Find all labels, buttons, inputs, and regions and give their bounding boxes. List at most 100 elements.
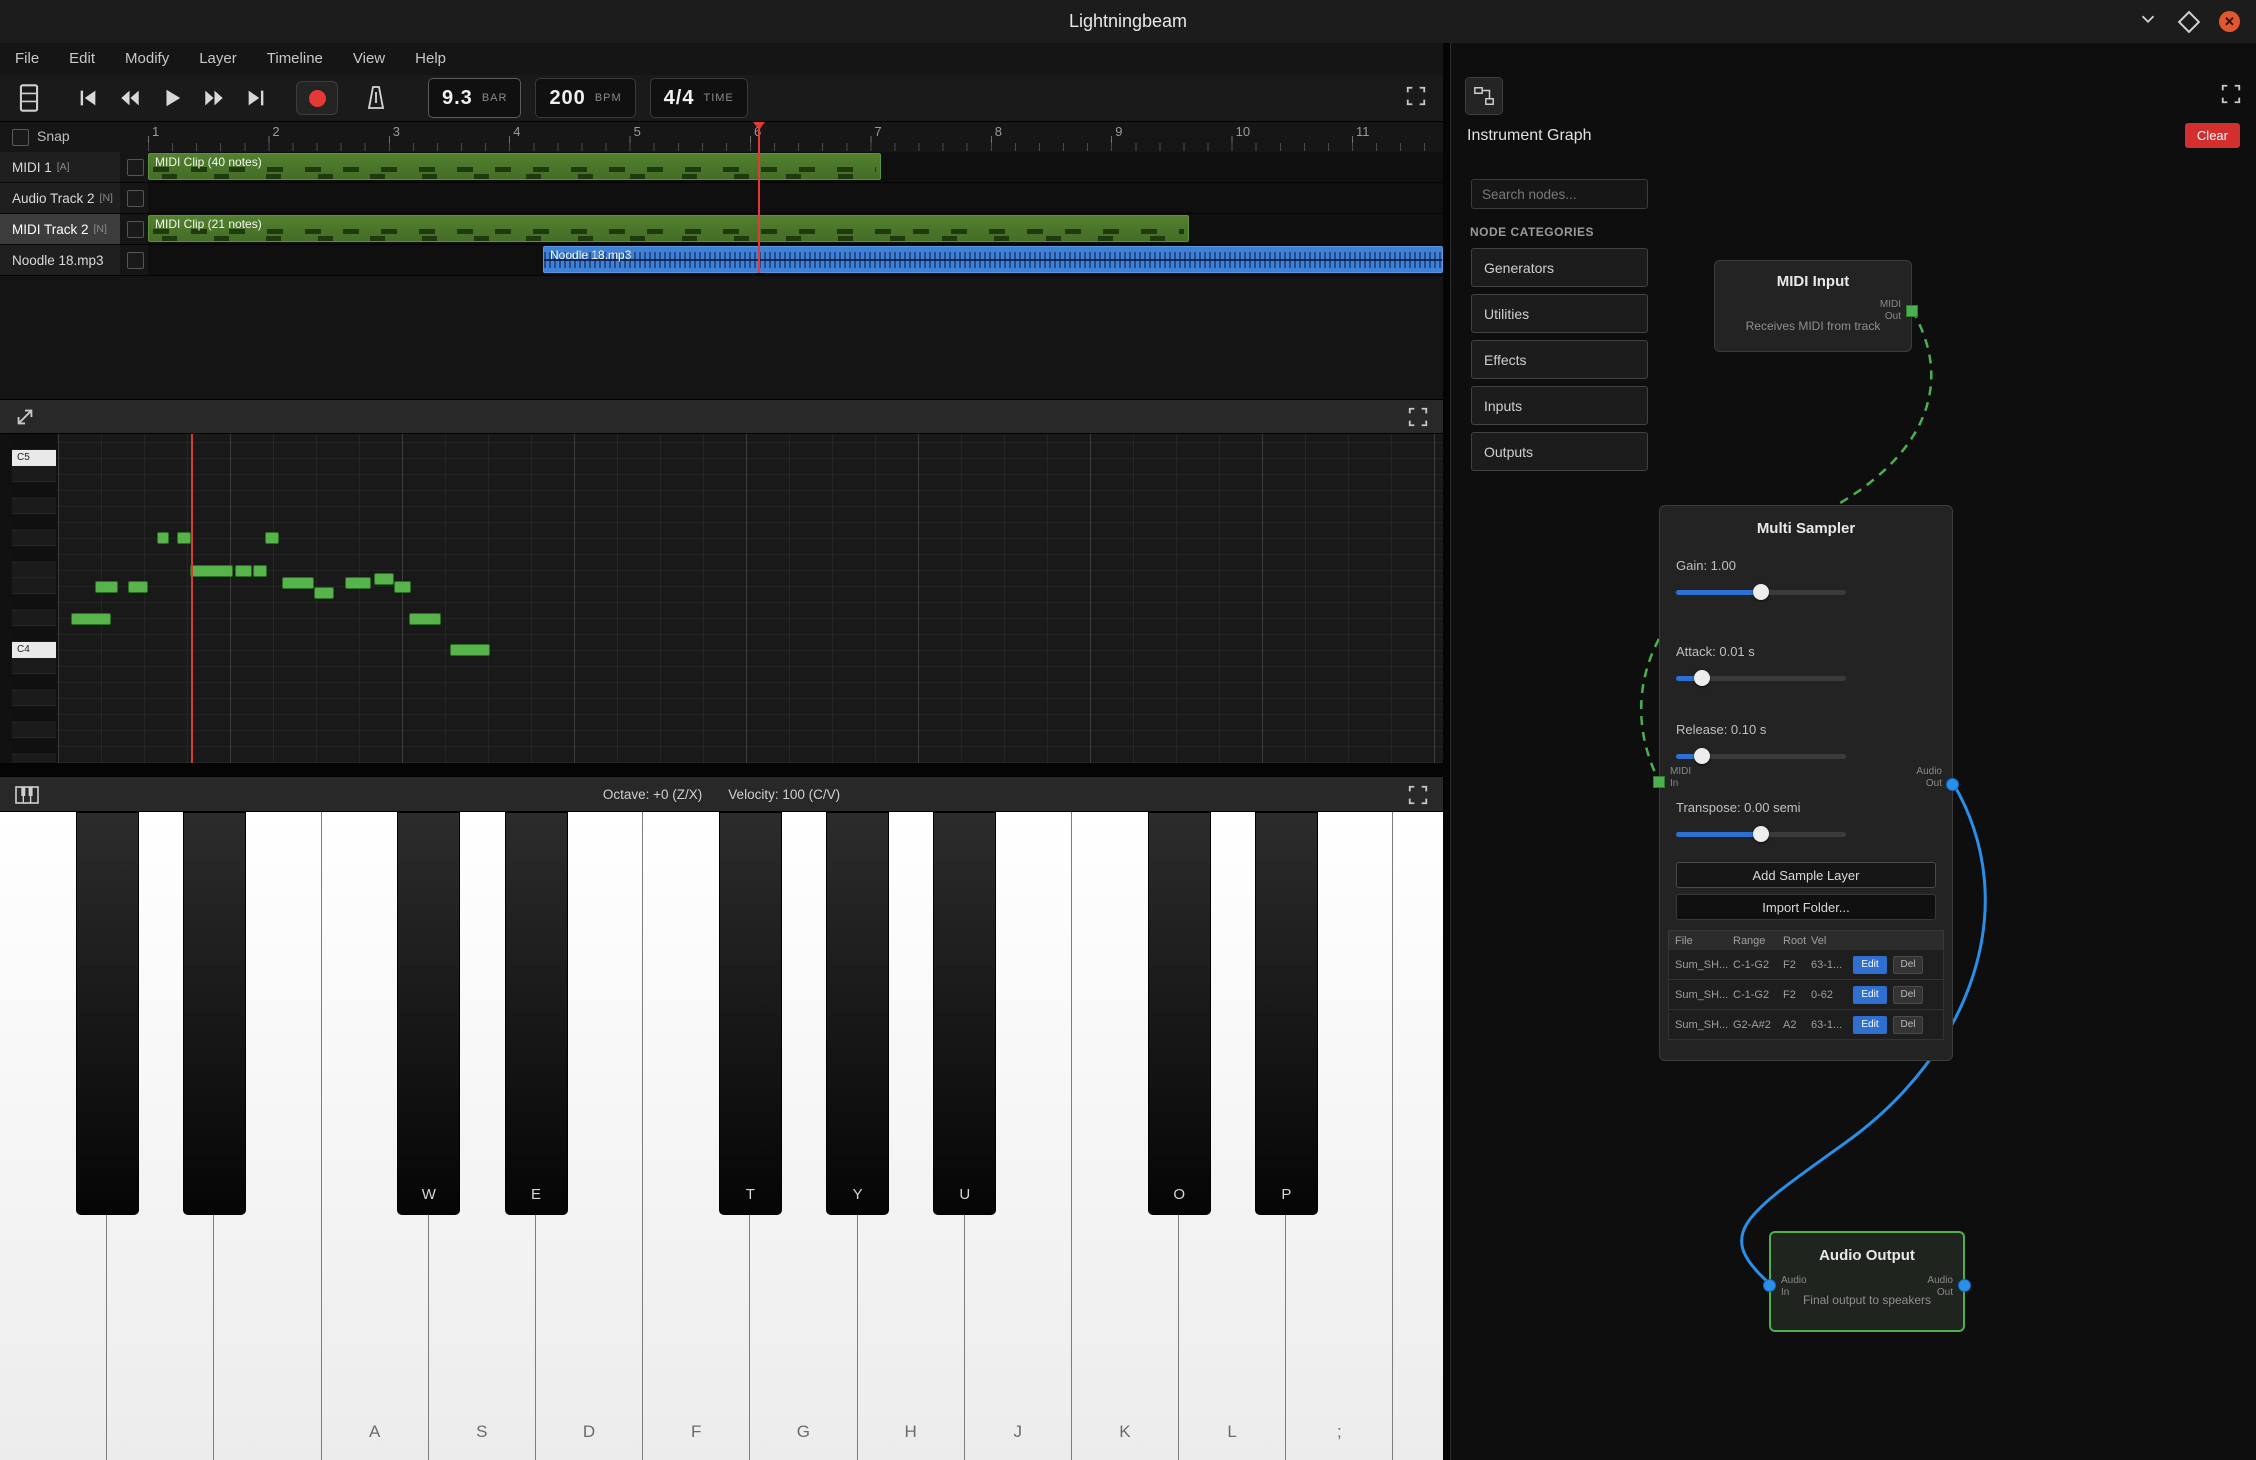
black-key[interactable]: O	[1148, 812, 1211, 1215]
midi-note[interactable]	[394, 581, 411, 593]
black-key[interactable]: T	[719, 812, 782, 1215]
timeline-ruler[interactable]: Snap 1234567891011	[0, 122, 1443, 153]
node-graph-button[interactable]	[1465, 77, 1503, 115]
black-key[interactable]: U	[933, 812, 996, 1215]
slider-track[interactable]	[1676, 754, 1846, 759]
playhead-marker[interactable]	[753, 122, 765, 136]
midi-note[interactable]	[95, 581, 118, 593]
keyboard-fullscreen-button[interactable]	[1407, 784, 1429, 811]
record-button[interactable]	[296, 81, 338, 115]
track-checkbox[interactable]	[127, 252, 144, 269]
piano-roll-fullscreen-button[interactable]	[1407, 406, 1429, 433]
slider-track[interactable]	[1676, 832, 1846, 837]
black-key[interactable]: W	[397, 812, 460, 1215]
audio-output-node[interactable]: Audio Output Audio In Audio Out Final ou…	[1769, 1231, 1965, 1332]
track-checkbox[interactable]	[127, 221, 144, 238]
slider-handle[interactable]	[1694, 748, 1710, 764]
slider-handle[interactable]	[1753, 826, 1769, 842]
skip-to-end-button[interactable]	[238, 81, 274, 115]
piano-roll-playhead[interactable]	[191, 434, 193, 763]
delete-sample-button[interactable]: Del	[1893, 1016, 1923, 1034]
clear-graph-button[interactable]: Clear	[2185, 123, 2240, 148]
track-label[interactable]: MIDI Track 2[N]	[0, 214, 120, 244]
timeline-fullscreen-button[interactable]	[1405, 85, 1427, 112]
midi-note[interactable]	[128, 581, 148, 593]
track-lane[interactable]: Noodle 18.mp3	[148, 245, 1443, 275]
menu-file[interactable]: File	[0, 43, 54, 75]
midi-note[interactable]	[253, 565, 267, 577]
skip-to-start-button[interactable]	[70, 81, 106, 115]
track-checkbox[interactable]	[127, 159, 144, 176]
menu-modify[interactable]: Modify	[110, 43, 184, 75]
midi-note[interactable]	[450, 644, 490, 656]
track-checkbox[interactable]	[127, 190, 144, 207]
window-close-icon[interactable]: ✕	[2219, 11, 2240, 32]
graph-fullscreen-button[interactable]	[2220, 83, 2242, 110]
import-folder-button[interactable]: Import Folder...	[1676, 894, 1936, 920]
category-effects-button[interactable]: Effects	[1471, 340, 1648, 379]
play-button[interactable]	[154, 81, 190, 115]
window-maximize-icon[interactable]	[2178, 10, 2201, 33]
midi-out-connector[interactable]	[1906, 305, 1918, 317]
midi-input-node[interactable]: MIDI Input MIDI Out Receives MIDI from t…	[1714, 260, 1912, 352]
timeline-panel-button[interactable]	[16, 83, 42, 113]
menu-edit[interactable]: Edit	[54, 43, 110, 75]
midi-note[interactable]	[177, 532, 191, 544]
black-key[interactable]	[76, 812, 139, 1215]
category-inputs-button[interactable]: Inputs	[1471, 386, 1648, 425]
midi-note[interactable]	[265, 532, 279, 544]
midi-note[interactable]	[190, 565, 233, 577]
timeline-playhead[interactable]	[758, 123, 760, 273]
midi-note[interactable]	[71, 613, 111, 625]
piano-roll-grid[interactable]	[58, 434, 1443, 763]
midi-note[interactable]	[345, 577, 371, 589]
midi-clip[interactable]: MIDI Clip (40 notes)	[148, 153, 881, 180]
track-lane[interactable]: MIDI Clip (40 notes)	[148, 152, 1443, 182]
slider-handle[interactable]	[1753, 584, 1769, 600]
audio-out-connector[interactable]	[1946, 778, 1959, 791]
white-key[interactable]	[1393, 812, 1443, 1460]
midi-in-connector[interactable]	[1653, 776, 1665, 788]
track-label[interactable]: Noodle 18.mp3	[0, 245, 120, 275]
audio-in-connector[interactable]	[1763, 1279, 1776, 1292]
midi-note[interactable]	[235, 565, 252, 577]
track-label[interactable]: MIDI 1[A]	[0, 152, 120, 182]
midi-note[interactable]	[157, 532, 169, 544]
slider-handle[interactable]	[1694, 670, 1710, 686]
edit-sample-button[interactable]: Edit	[1853, 956, 1887, 974]
menu-help[interactable]: Help	[400, 43, 461, 75]
midi-note[interactable]	[409, 613, 441, 625]
menu-timeline[interactable]: Timeline	[252, 43, 338, 75]
midi-note[interactable]	[282, 577, 314, 589]
delete-sample-button[interactable]: Del	[1893, 986, 1923, 1004]
chevron-down-icon[interactable]	[2137, 8, 2159, 35]
multi-sampler-node[interactable]: Multi Sampler Gain: 1.00Attack: 0.01 sRe…	[1659, 505, 1953, 1061]
midi-note[interactable]	[314, 587, 334, 599]
piano-roll-expand-button[interactable]	[14, 406, 36, 433]
time-signature-display[interactable]: 4/4 TIME	[650, 78, 748, 118]
bpm-display[interactable]: 200 BPM	[535, 78, 635, 118]
audio-out-connector[interactable]	[1958, 1279, 1971, 1292]
midi-clip[interactable]: MIDI Clip (21 notes)	[148, 215, 1189, 242]
category-utilities-button[interactable]: Utilities	[1471, 294, 1648, 333]
black-key[interactable]: Y	[826, 812, 889, 1215]
track-lane[interactable]	[148, 183, 1443, 213]
delete-sample-button[interactable]: Del	[1893, 956, 1923, 974]
category-generators-button[interactable]: Generators	[1471, 248, 1648, 287]
search-nodes-input[interactable]	[1471, 179, 1648, 209]
track-label[interactable]: Audio Track 2[N]	[0, 183, 120, 213]
black-key[interactable]: P	[1255, 812, 1318, 1215]
menu-view[interactable]: View	[338, 43, 400, 75]
rewind-button[interactable]	[112, 81, 148, 115]
black-key[interactable]: E	[505, 812, 568, 1215]
menu-layer[interactable]: Layer	[184, 43, 252, 75]
audio-clip[interactable]: Noodle 18.mp3	[543, 246, 1443, 273]
midi-note[interactable]	[374, 573, 394, 585]
snap-checkbox[interactable]	[12, 129, 29, 146]
edit-sample-button[interactable]: Edit	[1853, 986, 1887, 1004]
black-key[interactable]	[183, 812, 246, 1215]
edit-sample-button[interactable]: Edit	[1853, 1016, 1887, 1034]
track-lane[interactable]: MIDI Clip (21 notes)	[148, 214, 1443, 244]
metronome-button[interactable]	[358, 81, 394, 115]
add-sample-layer-button[interactable]: Add Sample Layer	[1676, 862, 1936, 888]
